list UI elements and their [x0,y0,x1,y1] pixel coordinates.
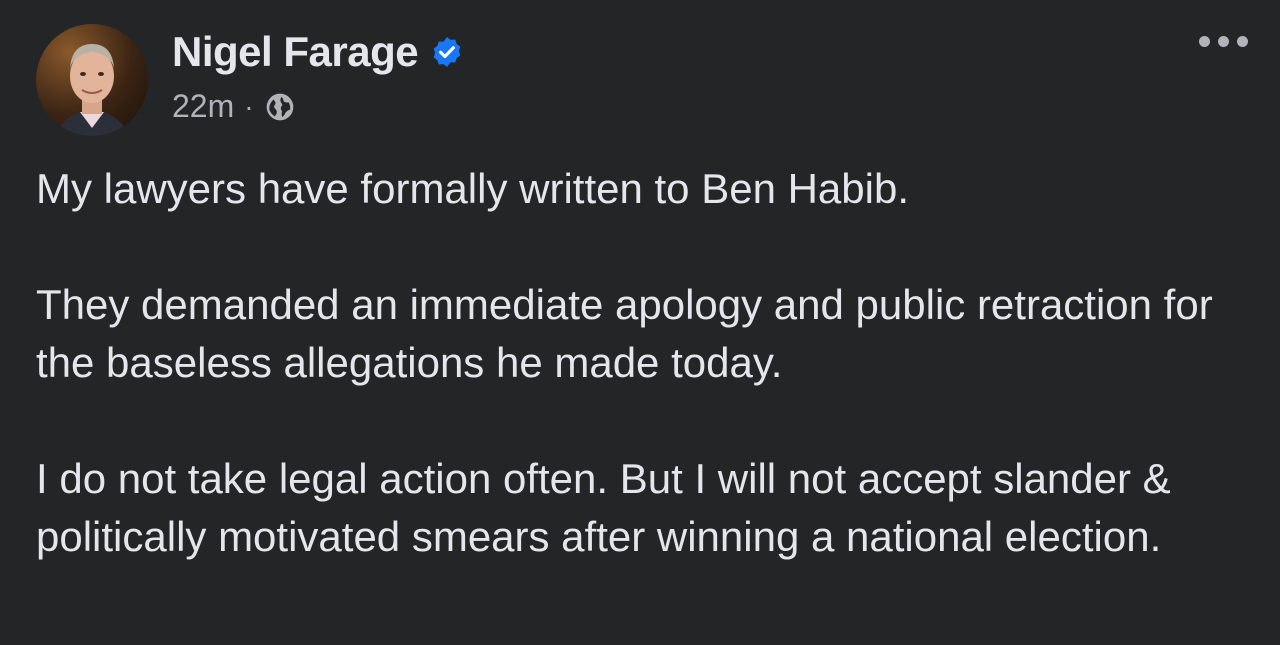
author-avatar[interactable] [36,24,148,136]
post-card: Nigel Farage 22m · My lawyers have forma… [0,0,1280,645]
more-dot [1199,36,1210,47]
post-paragraph: I do not take legal action often. But I … [36,455,1171,560]
more-dot [1218,36,1229,47]
post-body: My lawyers have formally written to Ben … [36,160,1256,566]
avatar-image [54,44,130,136]
post-header: Nigel Farage [172,28,464,76]
post-timestamp[interactable]: 22m [172,88,234,125]
post-paragraph: My lawyers have formally written to Ben … [36,165,909,212]
meta-separator: · [244,90,254,122]
verified-badge-icon [430,35,464,69]
author-name[interactable]: Nigel Farage [172,28,419,76]
globe-icon[interactable] [264,91,296,123]
more-dot [1237,36,1248,47]
post-paragraph: They demanded an immediate apology and p… [36,281,1213,386]
more-options-icon[interactable] [1199,36,1248,47]
post-meta: 22m · [172,88,296,125]
